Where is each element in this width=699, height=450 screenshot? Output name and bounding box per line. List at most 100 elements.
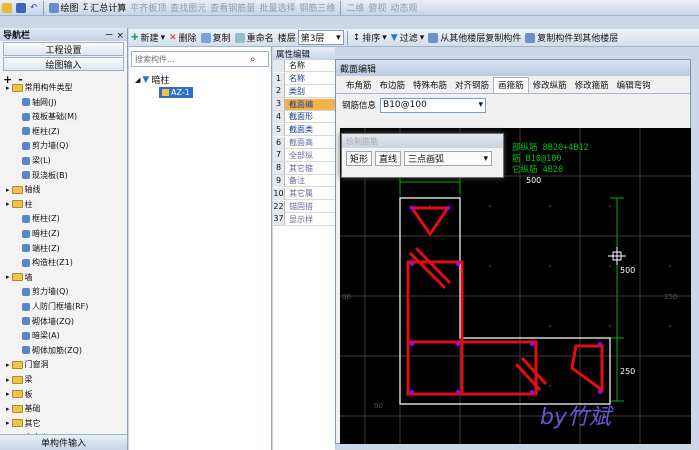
dialog-tab[interactable]: 修改纵筋 <box>529 77 571 93</box>
expand-toggle-icon[interactable]: ▸ <box>6 390 10 398</box>
view-rebar-qty-button[interactable]: 查看钢筋量 <box>208 0 257 15</box>
dialog-tab[interactable]: 画箍筋 <box>493 76 529 93</box>
pin-icon[interactable]: ㄧ <box>105 31 114 41</box>
tree-item[interactable]: 剪力墙(Q) <box>22 286 69 297</box>
single-component-input-button[interactable]: 单构件输入 <box>0 434 127 450</box>
expand-toggle-icon[interactable]: ▸ <box>6 419 10 427</box>
search-icon[interactable]: ⌕ <box>250 54 256 65</box>
expand-toggle-icon[interactable]: ▸ <box>6 273 10 281</box>
delete-button[interactable]: ✕ 删除 <box>167 30 199 46</box>
tree-item[interactable]: 现浇板(B) <box>22 170 68 181</box>
dialog-tab[interactable]: 对齐钢筋 <box>451 77 493 93</box>
line-button[interactable]: 直线 <box>375 151 402 166</box>
tree-label: 框柱(Z) <box>32 126 60 136</box>
tree-folder[interactable]: ▸ 门窗洞 <box>6 359 49 370</box>
tree-item[interactable]: 梁(L) <box>22 155 51 166</box>
property-row[interactable]: 1 名称 <box>273 72 335 85</box>
tree-label: 轴线 <box>24 185 41 195</box>
dialog-tab[interactable]: 布边筋 <box>376 77 410 93</box>
property-row[interactable]: 6 截面高 <box>273 136 335 149</box>
tree-item[interactable]: 砌体加筋(ZQ) <box>22 345 82 356</box>
property-row[interactable]: 3 截面编 <box>273 98 335 111</box>
tree-item[interactable]: 轴网(J) <box>22 97 57 108</box>
tree-label: 其它 <box>24 418 41 428</box>
expand-toggle-icon[interactable]: ▸ <box>6 405 10 413</box>
property-row[interactable]: 2 类别 <box>273 85 335 98</box>
drawing-input-label: 绘图输入 <box>45 60 82 71</box>
expand-toggle-icon[interactable]: ▸ <box>6 376 10 384</box>
new-button[interactable]: ✚ 新建 ▾ <box>129 30 167 46</box>
expand-toggle-icon[interactable]: ▸ <box>6 84 10 92</box>
rectangle-button[interactable]: 矩形 <box>346 151 373 166</box>
tree-item[interactable]: 暗梁(A) <box>22 330 60 341</box>
tree-folder[interactable]: ▸ 梁 <box>6 374 33 385</box>
tree-item[interactable]: 构造柱(Z1) <box>22 257 73 268</box>
tree-folder[interactable]: ▸ 基础 <box>6 403 41 414</box>
tree-item[interactable]: 剪力墙(Q) <box>22 140 69 151</box>
tree-root-hidden-column[interactable]: ◢ ▼ 暗柱 <box>135 74 169 87</box>
tree-item[interactable]: 框柱(Z) <box>22 213 60 224</box>
copy-button[interactable]: 复制 <box>199 30 233 46</box>
tree-folder[interactable]: ▸ 常用构件类型 <box>6 82 73 93</box>
copy-to-floor-button[interactable]: 复制构件到其他楼层 <box>523 30 620 46</box>
dialog-title: 截面编辑 <box>340 64 377 75</box>
draw-button[interactable]: 绘图 <box>47 0 81 15</box>
property-row[interactable]: 4 截面形 <box>273 110 335 124</box>
property-row[interactable]: 5 截面类 <box>273 123 335 137</box>
tree-item[interactable]: 端柱(Z) <box>22 243 60 254</box>
dialog-tab[interactable]: 修改箍筋 <box>571 77 613 93</box>
batch-select-button[interactable]: 批量选择 <box>257 0 297 15</box>
undo-icon[interactable]: ↶ <box>28 0 40 15</box>
three-point-arc-select[interactable]: 三点画弧 ▾ <box>404 151 493 166</box>
component-item-az1[interactable]: AZ-1 <box>159 87 193 98</box>
row-number: 8 <box>273 162 285 175</box>
rebar-info-label: 钢筋信息 <box>342 101 377 111</box>
tree-folder[interactable]: ▸ 墙 <box>6 272 33 283</box>
dialog-tab[interactable]: 特殊布筋 <box>409 77 451 93</box>
tree-item[interactable]: 人防门框墙(RF) <box>22 301 88 312</box>
search-input[interactable] <box>132 54 250 64</box>
tree-label: 现浇板(B) <box>32 170 68 180</box>
summary-calc-button[interactable]: Σ 汇总计算 <box>81 0 129 15</box>
open-icon[interactable] <box>0 0 14 15</box>
save-icon[interactable] <box>14 0 28 15</box>
tree-item[interactable]: 框柱(Z) <box>22 126 60 137</box>
tree-item[interactable]: 筏板基础(M) <box>22 111 77 122</box>
dialog-tab[interactable]: 布角筋 <box>342 77 376 93</box>
expand-toggle-icon[interactable]: ▸ <box>6 186 10 194</box>
dynamic-view-button[interactable]: 动态观 <box>388 0 419 15</box>
tree-folder[interactable]: ▸ 轴线 <box>6 184 41 195</box>
project-settings-button[interactable]: 工程设置 <box>3 42 124 56</box>
dialog-tab-label: 特殊布筋 <box>413 80 448 91</box>
property-row[interactable]: 37 显示样 <box>273 213 335 226</box>
rebar-3d-button[interactable]: 钢筋三维 <box>297 0 337 15</box>
align-slab-top-button[interactable]: 平齐板顶 <box>128 0 168 15</box>
tree-folder[interactable]: ▸ 板 <box>6 389 33 400</box>
close-icon[interactable]: × <box>116 31 124 41</box>
view-2d-button[interactable]: 二维 <box>344 0 366 15</box>
property-row[interactable]: 7 全部纵 <box>273 149 335 162</box>
floor-select[interactable]: 第3层 ▾ <box>297 30 344 45</box>
property-row[interactable]: 22 锚固搭 <box>273 200 335 213</box>
rename-button[interactable]: 重命名 <box>233 30 276 46</box>
property-row[interactable]: 8 其它箍 <box>273 162 335 175</box>
tree-item[interactable]: 暗柱(Z) <box>22 228 60 239</box>
expand-toggle-icon[interactable]: ▸ <box>6 361 10 369</box>
rebar-info-select[interactable]: B10@100 ▾ <box>380 97 487 113</box>
find-element-button[interactable]: 查找图元 <box>168 0 208 15</box>
top-view-button[interactable]: 俯视 <box>366 0 388 15</box>
dialog-tab[interactable]: 编辑弯钩 <box>613 77 655 93</box>
drawing-input-button[interactable]: 绘图输入 <box>3 57 124 71</box>
copy-from-floor-button[interactable]: 从其他楼层复制构件 <box>426 30 523 46</box>
new-label: 新建 <box>140 34 159 44</box>
tree-folder[interactable]: ▸ 柱 <box>6 199 33 210</box>
property-row[interactable]: 9 备注 <box>273 174 335 188</box>
property-row[interactable]: 10 其它属 <box>273 187 335 201</box>
filter-button[interactable]: ▼ 过滤 ▾ <box>389 30 426 46</box>
tree-item[interactable]: 砌体墙(ZQ) <box>22 316 74 327</box>
expand-toggle-icon[interactable]: ▸ <box>6 200 10 208</box>
tree-folder[interactable]: ▸ 其它 <box>6 418 41 429</box>
sort-button[interactable]: ↕ 排序 ▾ <box>351 30 389 46</box>
property-tab[interactable]: 属性编辑 <box>273 47 335 60</box>
collapse-arrow-icon[interactable]: ◢ <box>135 76 140 84</box>
